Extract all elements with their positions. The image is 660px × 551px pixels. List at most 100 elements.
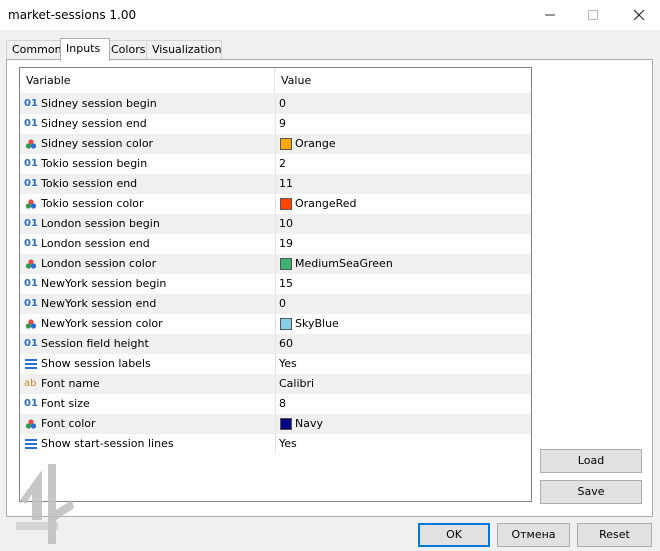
list-icon xyxy=(25,439,37,449)
variable-cell[interactable]: Sidney session color xyxy=(20,134,276,154)
variable-cell[interactable]: Show start-session lines xyxy=(20,434,276,454)
variable-cell[interactable]: 01 Tokio session begin xyxy=(20,154,276,174)
integer-type-icon: 01 xyxy=(24,158,38,169)
value-text: Navy xyxy=(295,417,323,430)
variable-label: Session field height xyxy=(41,337,149,350)
ok-button[interactable]: OK xyxy=(418,523,490,547)
grid-row[interactable]: Sidney session color Orange xyxy=(20,134,531,154)
integer-type-icon: 01 xyxy=(24,178,38,189)
value-cell[interactable]: 19 xyxy=(276,234,531,254)
variable-cell[interactable]: 01 Tokio session end xyxy=(20,174,276,194)
tab-visualization[interactable]: Visualization xyxy=(146,40,222,60)
grid-row[interactable]: 01 Tokio session begin 2 xyxy=(20,154,531,174)
tab-common[interactable]: Common xyxy=(6,40,64,60)
load-button[interactable]: Load xyxy=(540,449,642,473)
variable-label: NewYork session end xyxy=(41,297,157,310)
variable-label: Tokio session color xyxy=(41,197,144,210)
color-swatch xyxy=(280,258,292,270)
value-cell[interactable]: 15 xyxy=(276,274,531,294)
variable-label: NewYork session color xyxy=(41,317,163,330)
tab-label: Visualization xyxy=(152,43,222,56)
variable-column-header[interactable]: Variable xyxy=(20,68,275,93)
color-swatch xyxy=(280,198,292,210)
maximize-button[interactable] xyxy=(578,5,608,25)
value-cell[interactable]: 11 xyxy=(276,174,531,194)
value-cell[interactable]: Yes xyxy=(276,434,531,454)
variable-cell[interactable]: 01 Font size xyxy=(20,394,276,414)
value-text: 2 xyxy=(279,157,286,170)
integer-type-icon: 01 xyxy=(24,298,38,309)
inputs-panel: Variable Value 01 Sidney session begin 0 01… xyxy=(6,59,653,517)
variable-label: London session color xyxy=(41,257,157,270)
value-cell[interactable]: 9 xyxy=(276,114,531,134)
cancel-button[interactable]: Отмена xyxy=(497,523,570,547)
variable-cell[interactable]: ab Font name xyxy=(20,374,276,394)
grid-row[interactable]: 01 Font size 8 xyxy=(20,394,531,414)
value-cell[interactable]: SkyBlue xyxy=(276,314,531,334)
value-cell[interactable]: 0 xyxy=(276,94,531,114)
integer-type-icon: 01 xyxy=(24,398,38,409)
string-type-icon: ab xyxy=(24,378,37,389)
grid-row[interactable]: 01 Sidney session end 9 xyxy=(20,114,531,134)
grid-row[interactable]: Font color Navy xyxy=(20,414,531,434)
grid-row[interactable]: 01 NewYork session begin 15 xyxy=(20,274,531,294)
variable-cell[interactable]: Font color xyxy=(20,414,276,434)
reset-button[interactable]: Reset xyxy=(577,523,652,547)
grid-row[interactable]: 01 Session field height 60 xyxy=(20,334,531,354)
value-cell[interactable]: 2 xyxy=(276,154,531,174)
save-button[interactable]: Save xyxy=(540,480,642,504)
variable-label: Font name xyxy=(41,377,100,390)
grid-row[interactable]: 01 London session end 19 xyxy=(20,234,531,254)
tab-label: Inputs xyxy=(66,42,101,55)
value-text: SkyBlue xyxy=(295,317,339,330)
value-cell[interactable]: Orange xyxy=(276,134,531,154)
color-swatch xyxy=(280,318,292,330)
value-text: 15 xyxy=(279,277,293,290)
grid-row[interactable]: Show start-session lines Yes xyxy=(20,434,531,454)
grid-row[interactable]: Show session labels Yes xyxy=(20,354,531,374)
value-cell[interactable]: OrangeRed xyxy=(276,194,531,214)
variable-cell[interactable]: 01 NewYork session end xyxy=(20,294,276,314)
variable-cell[interactable]: London session color xyxy=(20,254,276,274)
grid-row[interactable]: 01 Sidney session begin 0 xyxy=(20,94,531,114)
grid-row[interactable]: London session color MediumSeaGreen xyxy=(20,254,531,274)
variable-cell[interactable]: Tokio session color xyxy=(20,194,276,214)
variable-cell[interactable]: 01 Session field height xyxy=(20,334,276,354)
value-cell[interactable]: 10 xyxy=(276,214,531,234)
variable-cell[interactable]: Show session labels xyxy=(20,354,276,374)
variable-cell[interactable]: NewYork session color xyxy=(20,314,276,334)
value-text: 60 xyxy=(279,337,293,350)
variable-cell[interactable]: 01 NewYork session begin xyxy=(20,274,276,294)
value-cell[interactable]: Navy xyxy=(276,414,531,434)
integer-type-icon: 01 xyxy=(24,238,38,249)
grid-row[interactable]: 01 NewYork session end 0 xyxy=(20,294,531,314)
value-text: Calibri xyxy=(279,377,315,390)
variable-label: NewYork session begin xyxy=(41,277,167,290)
value-text: Orange xyxy=(295,137,336,150)
grid-row[interactable]: 01 Tokio session end 11 xyxy=(20,174,531,194)
grid-row[interactable]: Tokio session color OrangeRed xyxy=(20,194,531,214)
value-cell[interactable]: 8 xyxy=(276,394,531,414)
variable-cell[interactable]: 01 London session begin xyxy=(20,214,276,234)
tab-colors[interactable]: Colors xyxy=(105,40,150,60)
value-column-header[interactable]: Value xyxy=(275,68,531,93)
value-text: 0 xyxy=(279,97,286,110)
close-button[interactable] xyxy=(624,5,654,25)
integer-type-icon: 01 xyxy=(24,98,38,109)
value-cell[interactable]: MediumSeaGreen xyxy=(276,254,531,274)
variable-cell[interactable]: 01 Sidney session end xyxy=(20,114,276,134)
minimize-button[interactable] xyxy=(535,5,565,25)
value-cell[interactable]: Calibri xyxy=(276,374,531,394)
variable-cell[interactable]: 01 London session end xyxy=(20,234,276,254)
variable-cell[interactable]: 01 Sidney session begin xyxy=(20,94,276,114)
grid-row[interactable]: NewYork session color SkyBlue xyxy=(20,314,531,334)
grid-row[interactable]: ab Font name Calibri xyxy=(20,374,531,394)
tab-inputs[interactable]: Inputs xyxy=(60,38,110,61)
value-cell[interactable]: 60 xyxy=(276,334,531,354)
value-text: OrangeRed xyxy=(295,197,357,210)
value-cell[interactable]: 0 xyxy=(276,294,531,314)
variable-label: Font color xyxy=(41,417,96,430)
value-cell[interactable]: Yes xyxy=(276,354,531,374)
value-text: 0 xyxy=(279,297,286,310)
grid-row[interactable]: 01 London session begin 10 xyxy=(20,214,531,234)
